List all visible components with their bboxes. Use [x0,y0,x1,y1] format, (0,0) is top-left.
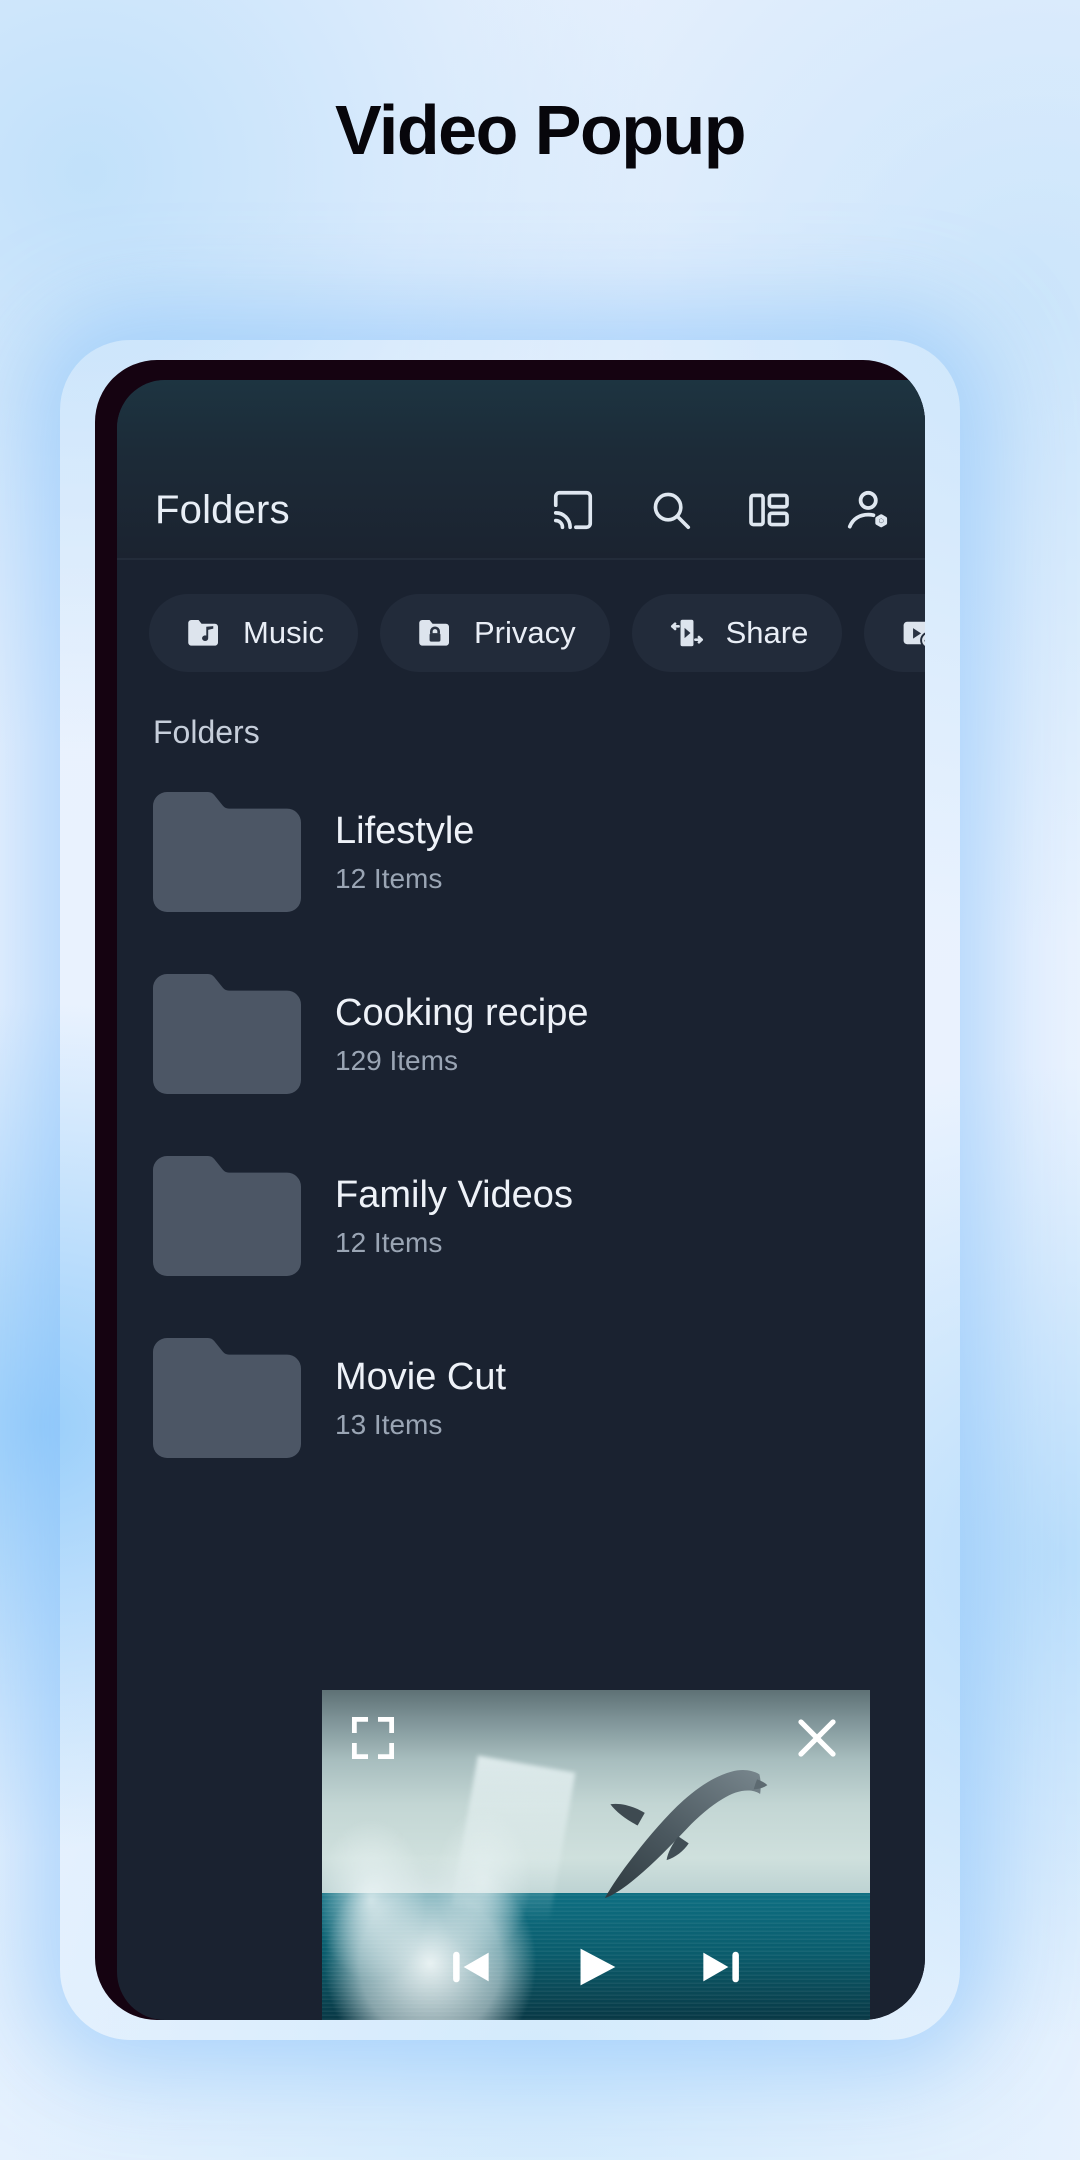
chip-label: Share [725,615,809,650]
folder-row[interactable]: Lifestyle 12 Items [117,777,925,927]
chip-label: Privacy [473,615,576,650]
folder-icon [153,1338,301,1458]
folder-lock-icon [414,612,456,654]
chip-downloaded[interactable]: Downloaded [864,594,925,672]
folder-row[interactable]: Family Videos 12 Items [117,1141,925,1291]
layout-view-icon[interactable] [745,486,793,534]
folder-name: Family Videos [335,1173,573,1216]
folder-icon [153,792,301,912]
folders-section-label: Folders [153,714,260,750]
folder-name: Movie Cut [335,1355,507,1398]
header-icon-group [549,486,897,534]
chip-label: Music [243,615,324,650]
page-title: Video Popup [335,91,747,169]
folder-row[interactable]: Movie Cut 13 Items [117,1323,925,1473]
video-download-icon [898,612,925,654]
folder-name: Cooking recipe [335,991,589,1034]
phone-screen: Folders Music Privacy Share Folders Life… [117,380,925,2020]
previous-icon[interactable] [441,1936,503,1998]
filter-chip-row[interactable]: Music Privacy Share [117,560,925,672]
folder-name: Lifestyle [335,809,475,852]
folder-row[interactable]: Cooking recipe 129 Items [117,959,925,1109]
video-popup-top-bar [322,1690,870,1786]
video-popup[interactable] [322,1690,870,2020]
folder-count: 129 Items [335,1044,458,1076]
next-icon[interactable] [689,1936,751,1998]
folder-count: 13 Items [335,1408,443,1440]
folder-list: Lifestyle 12 Items Cooking recipe 129 It… [117,751,925,1473]
app-title: Folders [155,487,290,532]
app-header: Folders [117,380,925,560]
phone-frame: Folders Music Privacy Share Folders Life… [95,360,925,2020]
chip-share[interactable]: Share [631,594,843,672]
video-playback-controls [322,1936,870,1998]
chip-music[interactable]: Music [149,594,358,672]
folder-icon [153,1156,301,1276]
share-video-icon [666,612,708,654]
search-icon[interactable] [647,486,695,534]
account-settings-icon[interactable] [843,486,891,534]
folder-icon [153,974,301,1094]
chip-privacy[interactable]: Privacy [379,594,610,672]
close-icon[interactable] [790,1711,844,1765]
play-icon[interactable] [565,1936,627,1998]
folder-count: 12 Items [335,1226,443,1258]
folder-music-icon [183,612,225,654]
folder-count: 12 Items [335,862,443,894]
cast-icon[interactable] [549,486,597,534]
fullscreen-icon[interactable] [346,1711,400,1765]
